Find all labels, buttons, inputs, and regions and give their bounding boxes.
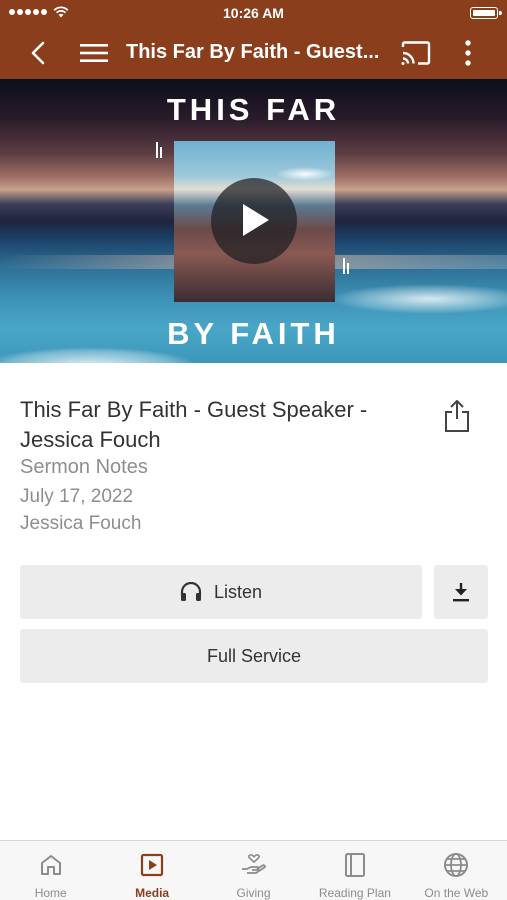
share-icon [445,400,469,432]
tab-label: Media [135,886,170,900]
status-time: 10:26 AM [223,5,284,21]
menu-button[interactable] [74,26,114,79]
tab-label: Home [34,886,67,900]
bottom-tab-bar: Home Media Giving Reading Plan On the We… [0,840,507,900]
tab-home[interactable]: Home [0,841,101,900]
decorative-mark [156,142,164,158]
tab-label: Giving [236,886,271,900]
tab-label: On the Web [424,886,489,900]
tab-reading-plan[interactable]: Reading Plan [304,841,405,900]
globe-icon [442,851,470,878]
full-service-label: Full Service [206,645,302,666]
back-button[interactable] [20,26,56,79]
artwork-cloud [330,284,507,314]
tab-giving[interactable]: Giving [203,841,304,900]
page-title: This Far By Faith - Guest... [126,41,380,63]
headphones-icon [180,582,202,601]
tab-label: Reading Plan [318,886,391,900]
decorative-mark [343,258,351,274]
more-vertical-icon [465,39,471,66]
sermon-series: Sermon Notes [20,456,148,478]
giving-icon [240,851,268,878]
listen-label: Listen [213,581,263,602]
share-button[interactable] [441,399,473,433]
nav-bar: This Far By Faith - Guest... [0,26,507,79]
more-options-button[interactable] [452,26,484,79]
play-button[interactable] [211,178,297,264]
download-icon [453,583,469,602]
chevron-left-icon [31,41,45,64]
battery-icon [470,7,502,19]
media-icon [138,851,166,878]
artwork-title-bottom: BY FAITH [167,316,340,351]
status-bar: 10:26 AM [0,0,507,26]
home-icon [37,851,65,878]
tab-on-the-web[interactable]: On the Web [406,841,507,900]
hamburger-menu-icon [80,43,108,62]
cast-button[interactable] [396,26,436,79]
listen-button[interactable]: Listen [20,565,422,619]
download-button[interactable] [434,565,488,619]
tab-media[interactable]: Media [101,841,202,900]
sermon-title: This Far By Faith - Guest Speaker - Jess… [20,397,368,452]
play-icon [243,204,269,236]
sermon-speaker: Jessica Fouch [20,513,142,534]
cast-icon [401,40,431,65]
reading-plan-icon [341,851,369,878]
artwork-title-top: THIS FAR [166,92,341,127]
full-service-button[interactable]: Full Service [20,629,488,683]
sermon-date: July 17, 2022 [20,486,134,507]
